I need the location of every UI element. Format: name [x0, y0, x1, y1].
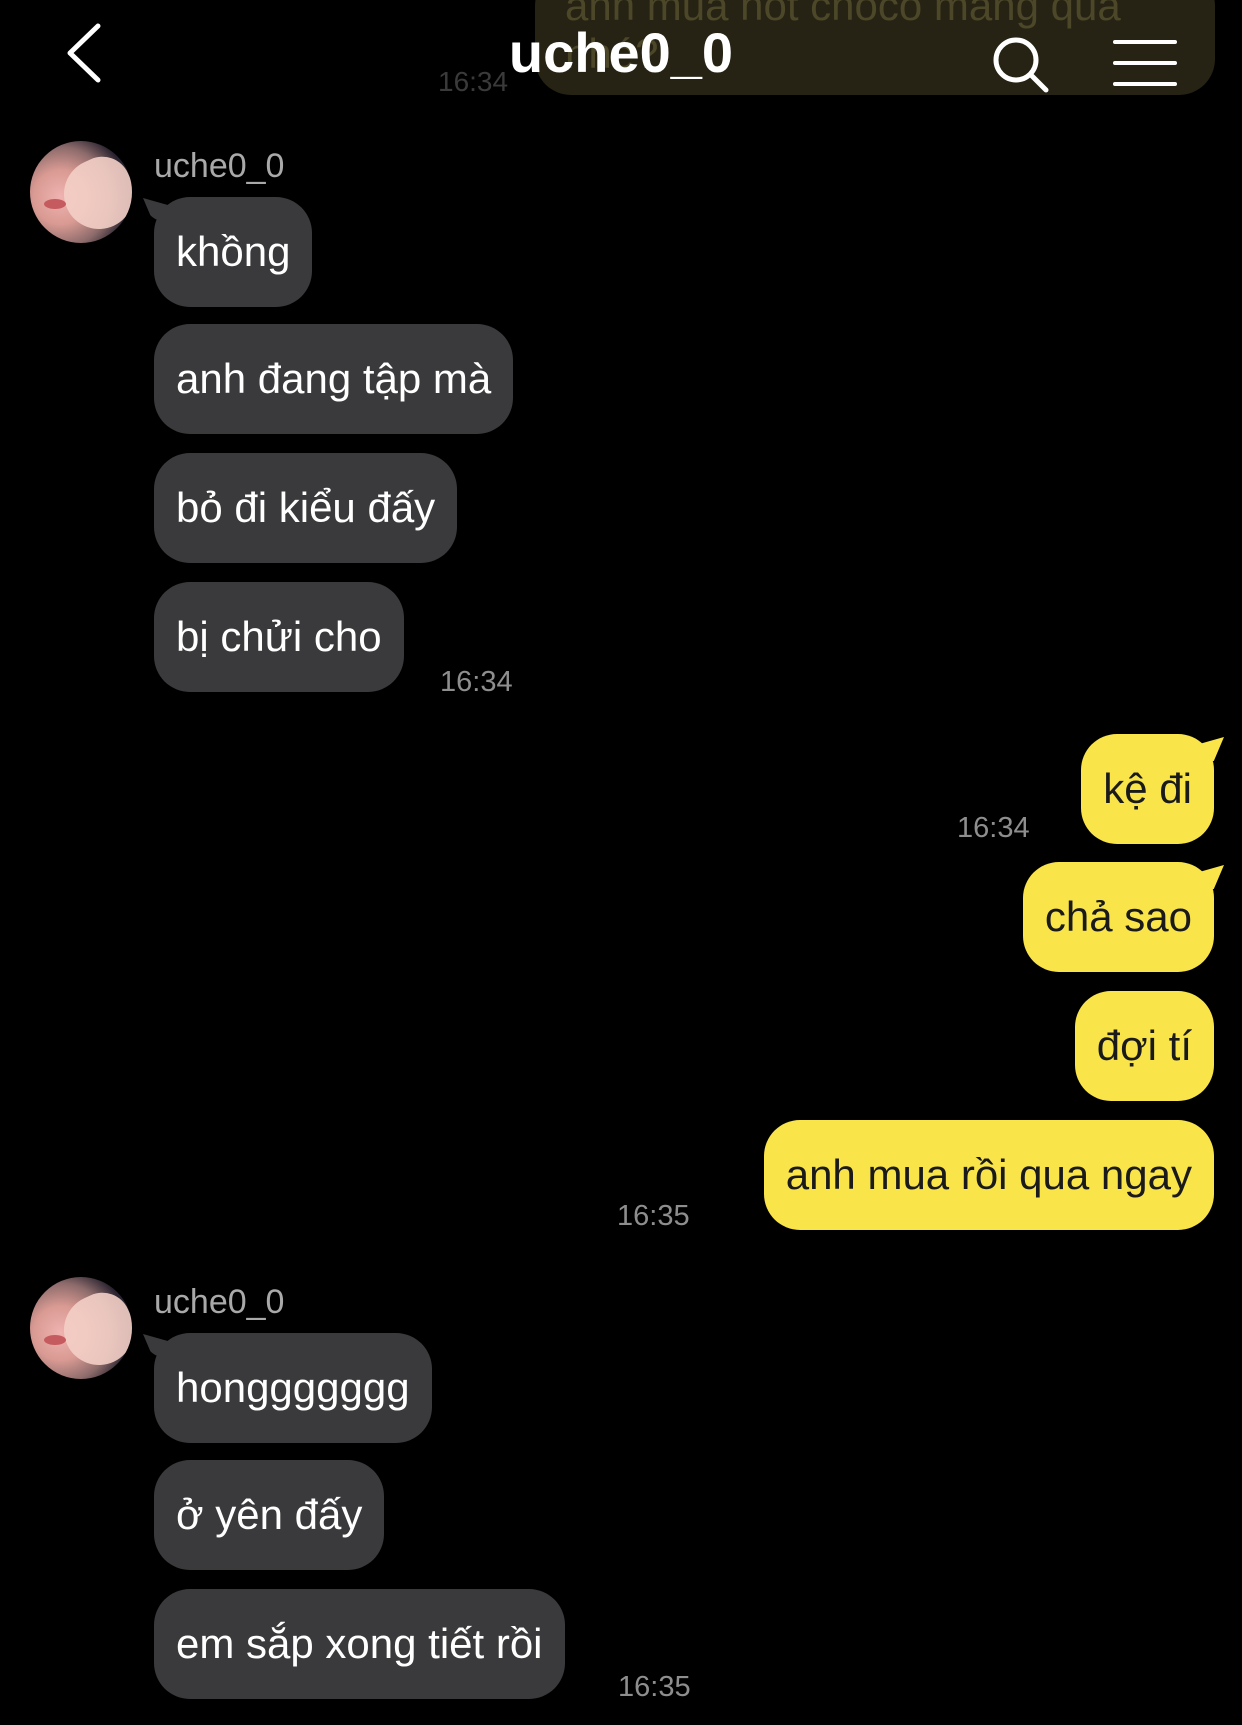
- chat-header: uche0_0: [0, 0, 1242, 110]
- sent-message[interactable]: anh mua rồi qua ngay: [763, 1120, 1214, 1230]
- chat-title: uche0_0: [508, 21, 734, 84]
- sent-message[interactable]: đợi tí: [1074, 991, 1214, 1101]
- message-time: 16:35: [618, 1671, 691, 1703]
- chat-screen: anh mua hot choco mang qua nhé? 16:34 uc…: [0, 0, 1242, 1725]
- sender-avatar[interactable]: [30, 141, 132, 243]
- received-message[interactable]: honggggggg: [154, 1333, 432, 1443]
- received-message[interactable]: khồng: [154, 197, 313, 307]
- message-time: 16:34: [957, 812, 1030, 844]
- sender-name: uche0_0: [154, 1283, 285, 1321]
- sender-avatar[interactable]: [30, 1277, 132, 1379]
- sent-message[interactable]: kệ đi: [1081, 734, 1214, 844]
- message-time: 16:35: [617, 1200, 690, 1232]
- received-message[interactable]: em sắp xong tiết rồi: [154, 1589, 565, 1699]
- search-button[interactable]: [990, 34, 1052, 96]
- received-message[interactable]: bị chửi cho: [154, 582, 404, 692]
- received-message[interactable]: ở yên đấy: [154, 1460, 385, 1570]
- received-message[interactable]: bỏ đi kiểu đấy: [154, 453, 458, 563]
- menu-button[interactable]: [1112, 38, 1178, 88]
- message-time: 16:34: [440, 666, 513, 698]
- search-icon: [993, 37, 1049, 93]
- sent-message[interactable]: chả sao: [1022, 862, 1214, 972]
- received-message[interactable]: anh đang tập mà: [154, 324, 514, 434]
- hamburger-menu-icon: [1113, 40, 1177, 86]
- sender-name: uche0_0: [154, 147, 285, 185]
